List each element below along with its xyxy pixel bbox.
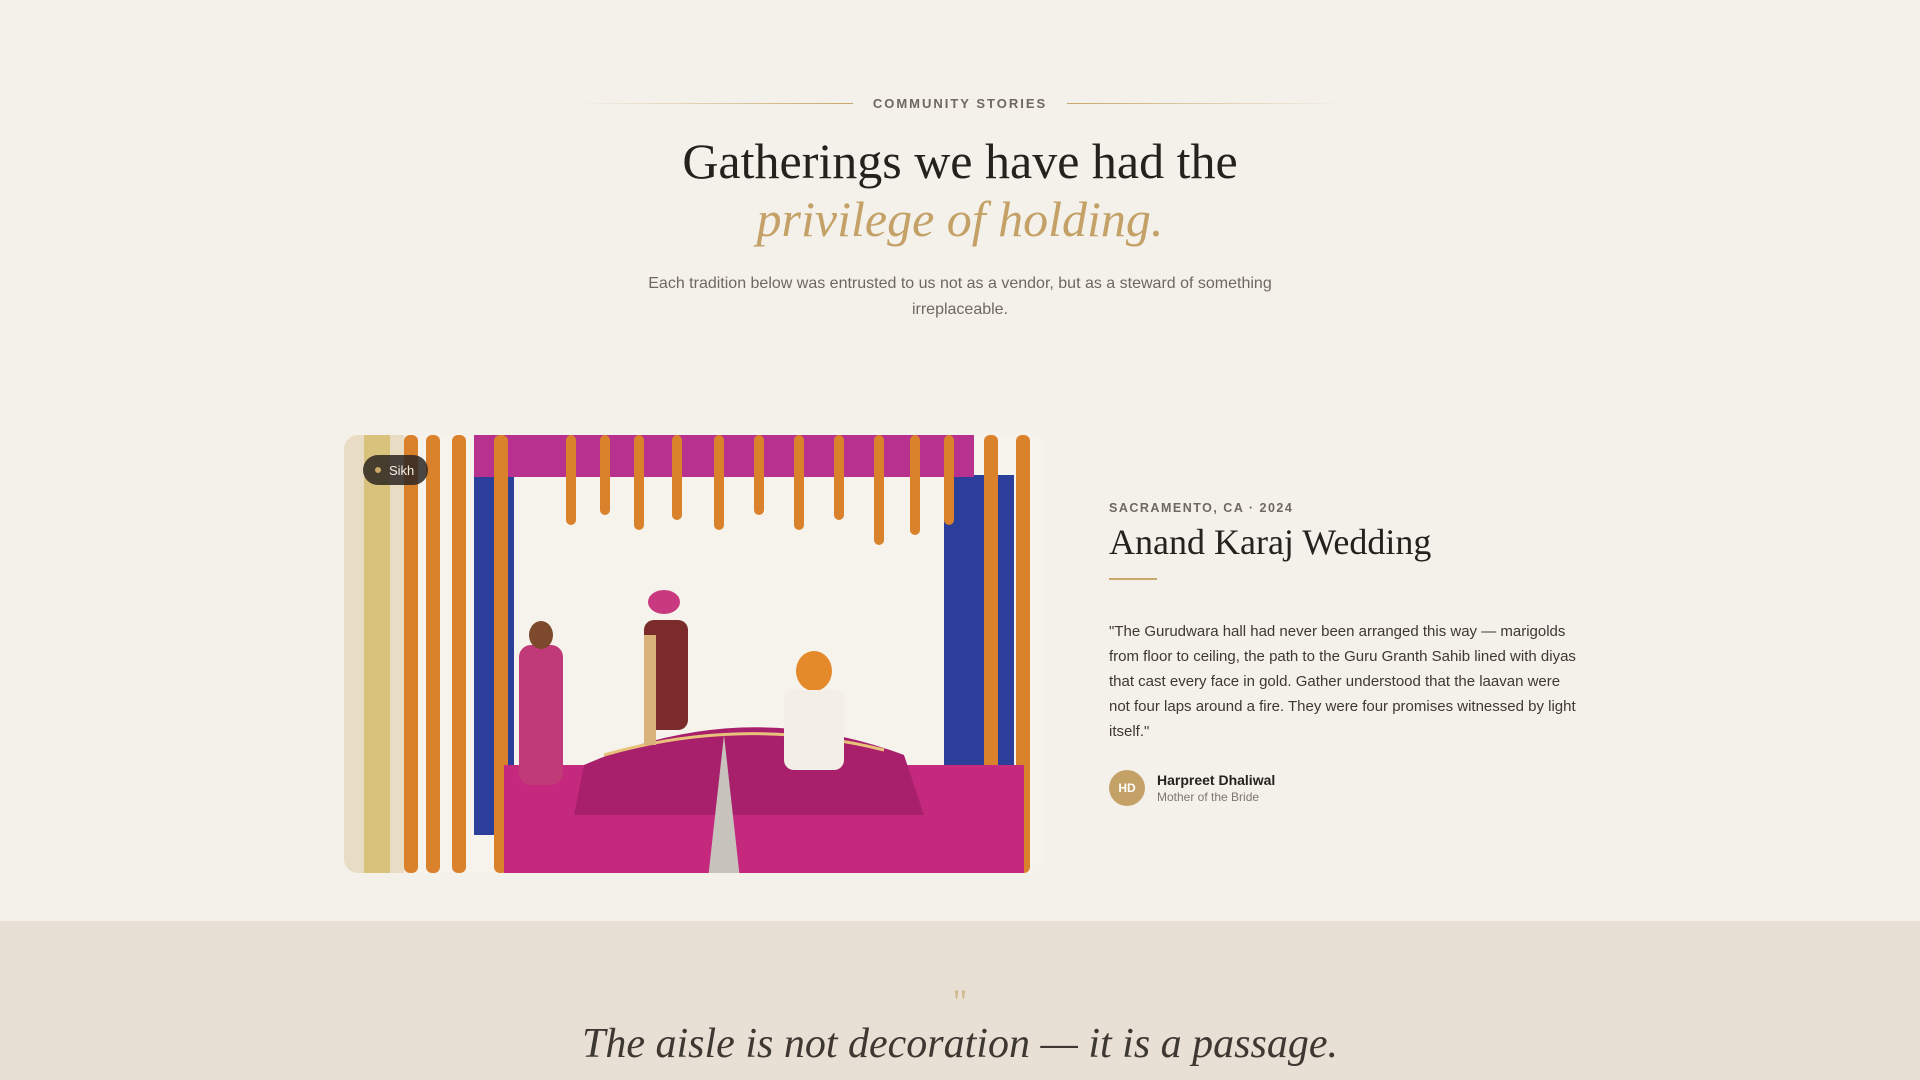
section-eyebrow-row: COMMUNITY STORIES (0, 96, 1920, 111)
story-photo: Sikh (344, 435, 1044, 873)
banner-quote: The aisle is not decoration — it is a pa… (582, 1021, 1338, 1067)
testimonial-author: HD Harpreet Dhaliwal Mother of the Bride (1109, 770, 1275, 806)
story-location-date: SACRAMENTO, CA · 2024 (1109, 501, 1294, 515)
author-role: Mother of the Bride (1157, 790, 1260, 804)
tradition-tag: Sikh (363, 455, 429, 485)
author-name: Harpreet Dhaliwal (1157, 772, 1276, 788)
story-title: Anand Karaj Wedding (1109, 522, 1432, 562)
tag-dot-icon (375, 467, 381, 473)
headline-line: Gatherings we have had the (682, 133, 1238, 189)
section-headline: Gatherings we have had the privilege of … (0, 132, 1920, 248)
story-testimonial: "The Gurudwara hall had never been arran… (1109, 623, 1576, 740)
section-eyebrow: COMMUNITY STORIES (872, 96, 1048, 111)
eyebrow-divider-right (1067, 103, 1343, 104)
headline-accent: privilege of holding. (756, 191, 1164, 247)
tradition-tag-label: Sikh (389, 462, 415, 478)
section-subtext: Each tradition below was entrusted to us… (648, 275, 1272, 318)
wedding-ceremony-image (344, 435, 1044, 873)
eyebrow-divider-left (577, 103, 853, 104)
quote-mark-icon: " (952, 982, 968, 1022)
author-info: Harpreet Dhaliwal Mother of the Bride (1157, 771, 1275, 805)
avatar: HD (1109, 770, 1145, 806)
title-divider (1109, 578, 1157, 580)
